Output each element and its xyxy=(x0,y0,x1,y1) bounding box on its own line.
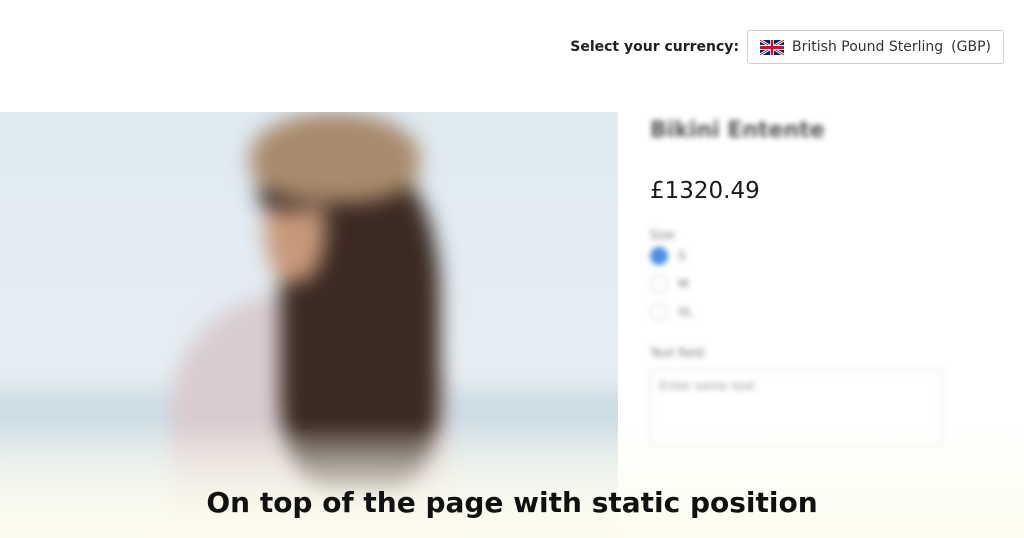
size-option-label: M xyxy=(678,277,689,291)
currency-code: (GBP) xyxy=(951,39,991,55)
size-option[interactable]: S xyxy=(650,242,970,270)
uk-flag-icon xyxy=(760,39,785,55)
size-radio[interactable] xyxy=(650,275,668,293)
text-field-label: Text field xyxy=(650,346,704,360)
text-field[interactable]: Enter some text xyxy=(650,370,942,446)
size-option-label: S xyxy=(678,249,686,263)
currency-select[interactable]: British Pound Sterling (GBP) xyxy=(747,30,1004,64)
currency-name: British Pound Sterling xyxy=(792,39,944,55)
currency-label: Select your currency: xyxy=(570,39,740,55)
product-details: Bikini Entente £1320.49 Size S M XL Text f… xyxy=(650,112,970,446)
size-label: Size xyxy=(650,228,675,242)
page: Select your currency: British Pound Ster… xyxy=(0,0,1024,538)
size-option[interactable]: M xyxy=(650,270,970,298)
size-options: S M XL xyxy=(650,242,970,326)
product-title: Bikini Entente xyxy=(650,118,825,143)
currency-bar: Select your currency: British Pound Ster… xyxy=(570,30,1004,64)
product-image xyxy=(0,112,618,538)
size-radio[interactable] xyxy=(650,247,668,265)
product-price: £1320.49 xyxy=(650,178,760,204)
caption: On top of the page with static position xyxy=(206,486,818,519)
size-option[interactable]: XL xyxy=(650,298,970,326)
size-radio[interactable] xyxy=(650,303,668,321)
size-option-label: XL xyxy=(678,305,693,319)
